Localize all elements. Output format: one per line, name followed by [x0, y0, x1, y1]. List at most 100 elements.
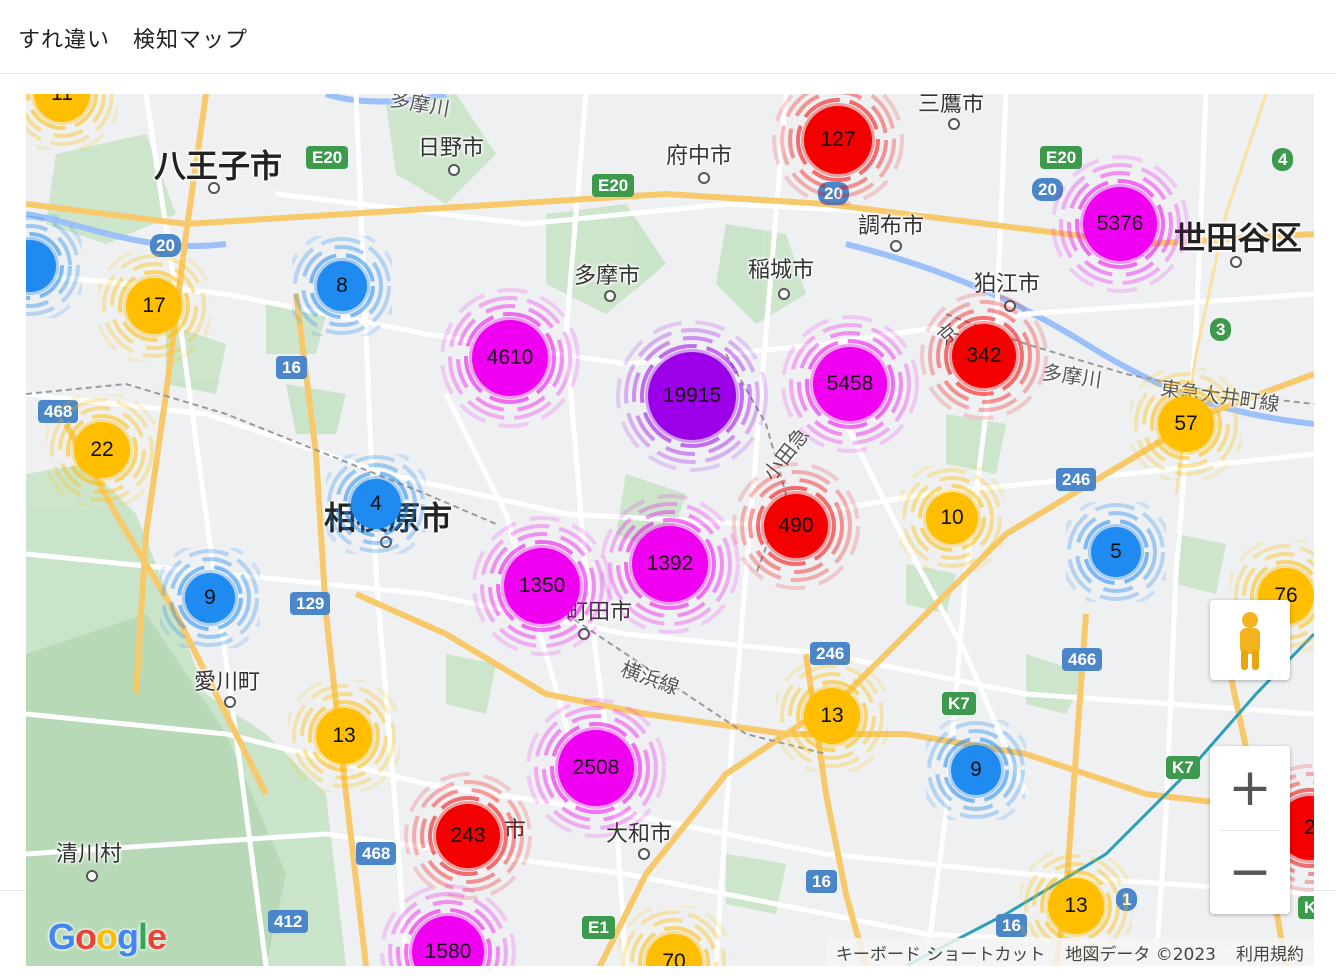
- google-logo-letter: g: [117, 916, 139, 957]
- google-logo-letter: e: [147, 916, 167, 957]
- detection-cluster-gold[interactable]: 70: [618, 906, 730, 966]
- cluster-count: 342: [952, 324, 1016, 388]
- google-logo: Google: [48, 916, 167, 958]
- zoom-out-button[interactable]: −: [1210, 830, 1290, 914]
- detection-cluster-red[interactable]: 342: [920, 292, 1048, 420]
- cluster-count: 1350: [504, 548, 580, 624]
- place-marker-yamato: [638, 848, 650, 860]
- cluster-count: 10: [926, 492, 978, 544]
- route-shield: 466: [1062, 648, 1103, 671]
- terms-link[interactable]: 利用規約: [1226, 940, 1314, 965]
- place-marker-tama: [604, 290, 616, 302]
- detection-cluster-purple[interactable]: 19915: [604, 308, 780, 484]
- place-marker-hino: [448, 164, 460, 176]
- route-shield: E1: [582, 916, 615, 939]
- cluster-count: 5: [1091, 527, 1141, 577]
- place-marker-mitaka: [948, 118, 960, 130]
- route-shield: 3: [1210, 318, 1232, 341]
- place-marker-inagi: [778, 288, 790, 300]
- route-shield: 16: [276, 356, 307, 379]
- place-marker-kiyokawa: [86, 870, 98, 882]
- detection-cluster-magenta[interactable]: 2508: [520, 692, 672, 844]
- cluster-count: 5376: [1083, 187, 1157, 261]
- zoom-control: + −: [1210, 746, 1290, 914]
- route-shield: E20: [306, 146, 349, 169]
- cluster-count: 8: [317, 261, 367, 311]
- detection-cluster-magenta[interactable]: 5458: [776, 310, 924, 458]
- place-label-kiyokawa: 清川村: [56, 842, 123, 867]
- detection-cluster-magenta[interactable]: 4610: [434, 282, 586, 434]
- cluster-count: 13: [316, 708, 372, 764]
- cluster-count: 19915: [648, 352, 736, 440]
- place-label-hachioji: 八王子市: [154, 147, 283, 185]
- cluster-count: 4: [351, 479, 401, 529]
- place-label-aikawa: 愛川町: [194, 670, 261, 695]
- place-label-inagi: 稲城市: [748, 258, 815, 283]
- route-shield: 412: [268, 910, 309, 933]
- cluster-count: 9: [951, 745, 1001, 795]
- route-shield: K7: [942, 692, 976, 715]
- google-logo-letter: l: [138, 916, 148, 957]
- google-logo-letter: G: [48, 916, 76, 957]
- place-label-hino: 日野市: [418, 136, 485, 161]
- cluster-count: 5458: [813, 347, 887, 421]
- google-logo-letter: o: [75, 916, 97, 957]
- detection-cluster-blue[interactable]: 9: [160, 548, 260, 648]
- route-shield: K5: [1298, 896, 1314, 919]
- cluster-count: 4610: [472, 320, 548, 396]
- cluster-count: 13: [804, 688, 860, 744]
- street-view-pegman[interactable]: [1210, 600, 1290, 680]
- cluster-count: 2508: [558, 730, 634, 806]
- detection-cluster-blue[interactable]: [26, 214, 82, 318]
- map-attribution: キーボード ショートカット 地図データ ©2023 利用規約: [825, 938, 1314, 966]
- place-marker-setagaya: [1230, 256, 1242, 268]
- detection-cluster-magenta[interactable]: 1350: [466, 510, 618, 662]
- detection-cluster-gold[interactable]: 13: [776, 660, 888, 772]
- route-shield: 246: [1056, 468, 1097, 491]
- cluster-count: 17: [126, 278, 182, 334]
- map-data-credit: 地図データ ©2023: [1065, 944, 1216, 965]
- cluster-count: 9: [185, 573, 235, 623]
- route-shield: 468: [356, 842, 397, 865]
- cluster-count: 22: [74, 422, 130, 478]
- zoom-in-button[interactable]: +: [1210, 746, 1290, 830]
- place-label-fuchu: 府中市: [666, 144, 733, 169]
- detection-cluster-blue[interactable]: 5: [1066, 502, 1166, 602]
- keyboard-shortcuts-link[interactable]: キーボード ショートカット: [826, 940, 1055, 965]
- google-logo-letter: o: [96, 916, 118, 957]
- detection-cluster-magenta[interactable]: 5376: [1046, 150, 1194, 298]
- detection-cluster-gold[interactable]: 22: [46, 394, 158, 506]
- place-label-chofu: 調布市: [858, 214, 925, 239]
- page-title: すれ違い 検知マップ: [18, 28, 249, 53]
- detection-cluster-blue[interactable]: 4: [326, 454, 426, 554]
- place-marker-hachioji: [208, 182, 220, 194]
- route-shield: K7: [1166, 756, 1200, 779]
- detection-cluster-gold[interactable]: 57: [1130, 368, 1242, 480]
- detection-cluster-gold[interactable]: 10: [900, 466, 1004, 570]
- cluster-count: 243: [436, 804, 500, 868]
- cluster-count: 57: [1158, 396, 1214, 452]
- page-header: すれ違い 検知マップ: [0, 0, 1336, 74]
- route-shield: E20: [592, 174, 635, 197]
- detection-cluster-gold[interactable]: 11: [26, 94, 118, 150]
- place-marker-chofu: [890, 240, 902, 252]
- detection-map[interactable]: 八王子市日野市府中市三鷹市調布市世田谷区多摩市稲城市狛江市相模原市町田市愛川町大…: [26, 94, 1314, 966]
- cluster-count: 13: [1048, 878, 1104, 934]
- cluster-count: 1392: [632, 526, 708, 602]
- route-shield: 16: [806, 870, 837, 893]
- place-label-mitaka: 三鷹市: [918, 94, 985, 117]
- detection-cluster-magenta[interactable]: 1580: [376, 880, 520, 966]
- place-marker-fuchu: [698, 172, 710, 184]
- detection-cluster-blue[interactable]: 9: [926, 720, 1026, 820]
- cluster-count: 490: [764, 494, 828, 558]
- detection-cluster-red[interactable]: 127: [770, 94, 906, 208]
- detection-cluster-red[interactable]: 490: [732, 462, 860, 590]
- detection-cluster-gold[interactable]: 13: [288, 680, 400, 792]
- detection-cluster-gold[interactable]: 17: [98, 250, 210, 362]
- cluster-count: 127: [804, 106, 872, 174]
- route-shield: 4: [1272, 148, 1294, 171]
- detection-cluster-blue[interactable]: 8: [292, 236, 392, 336]
- place-marker-aikawa: [224, 696, 236, 708]
- pegman-icon: [1240, 612, 1260, 670]
- route-shield: 129: [290, 592, 331, 615]
